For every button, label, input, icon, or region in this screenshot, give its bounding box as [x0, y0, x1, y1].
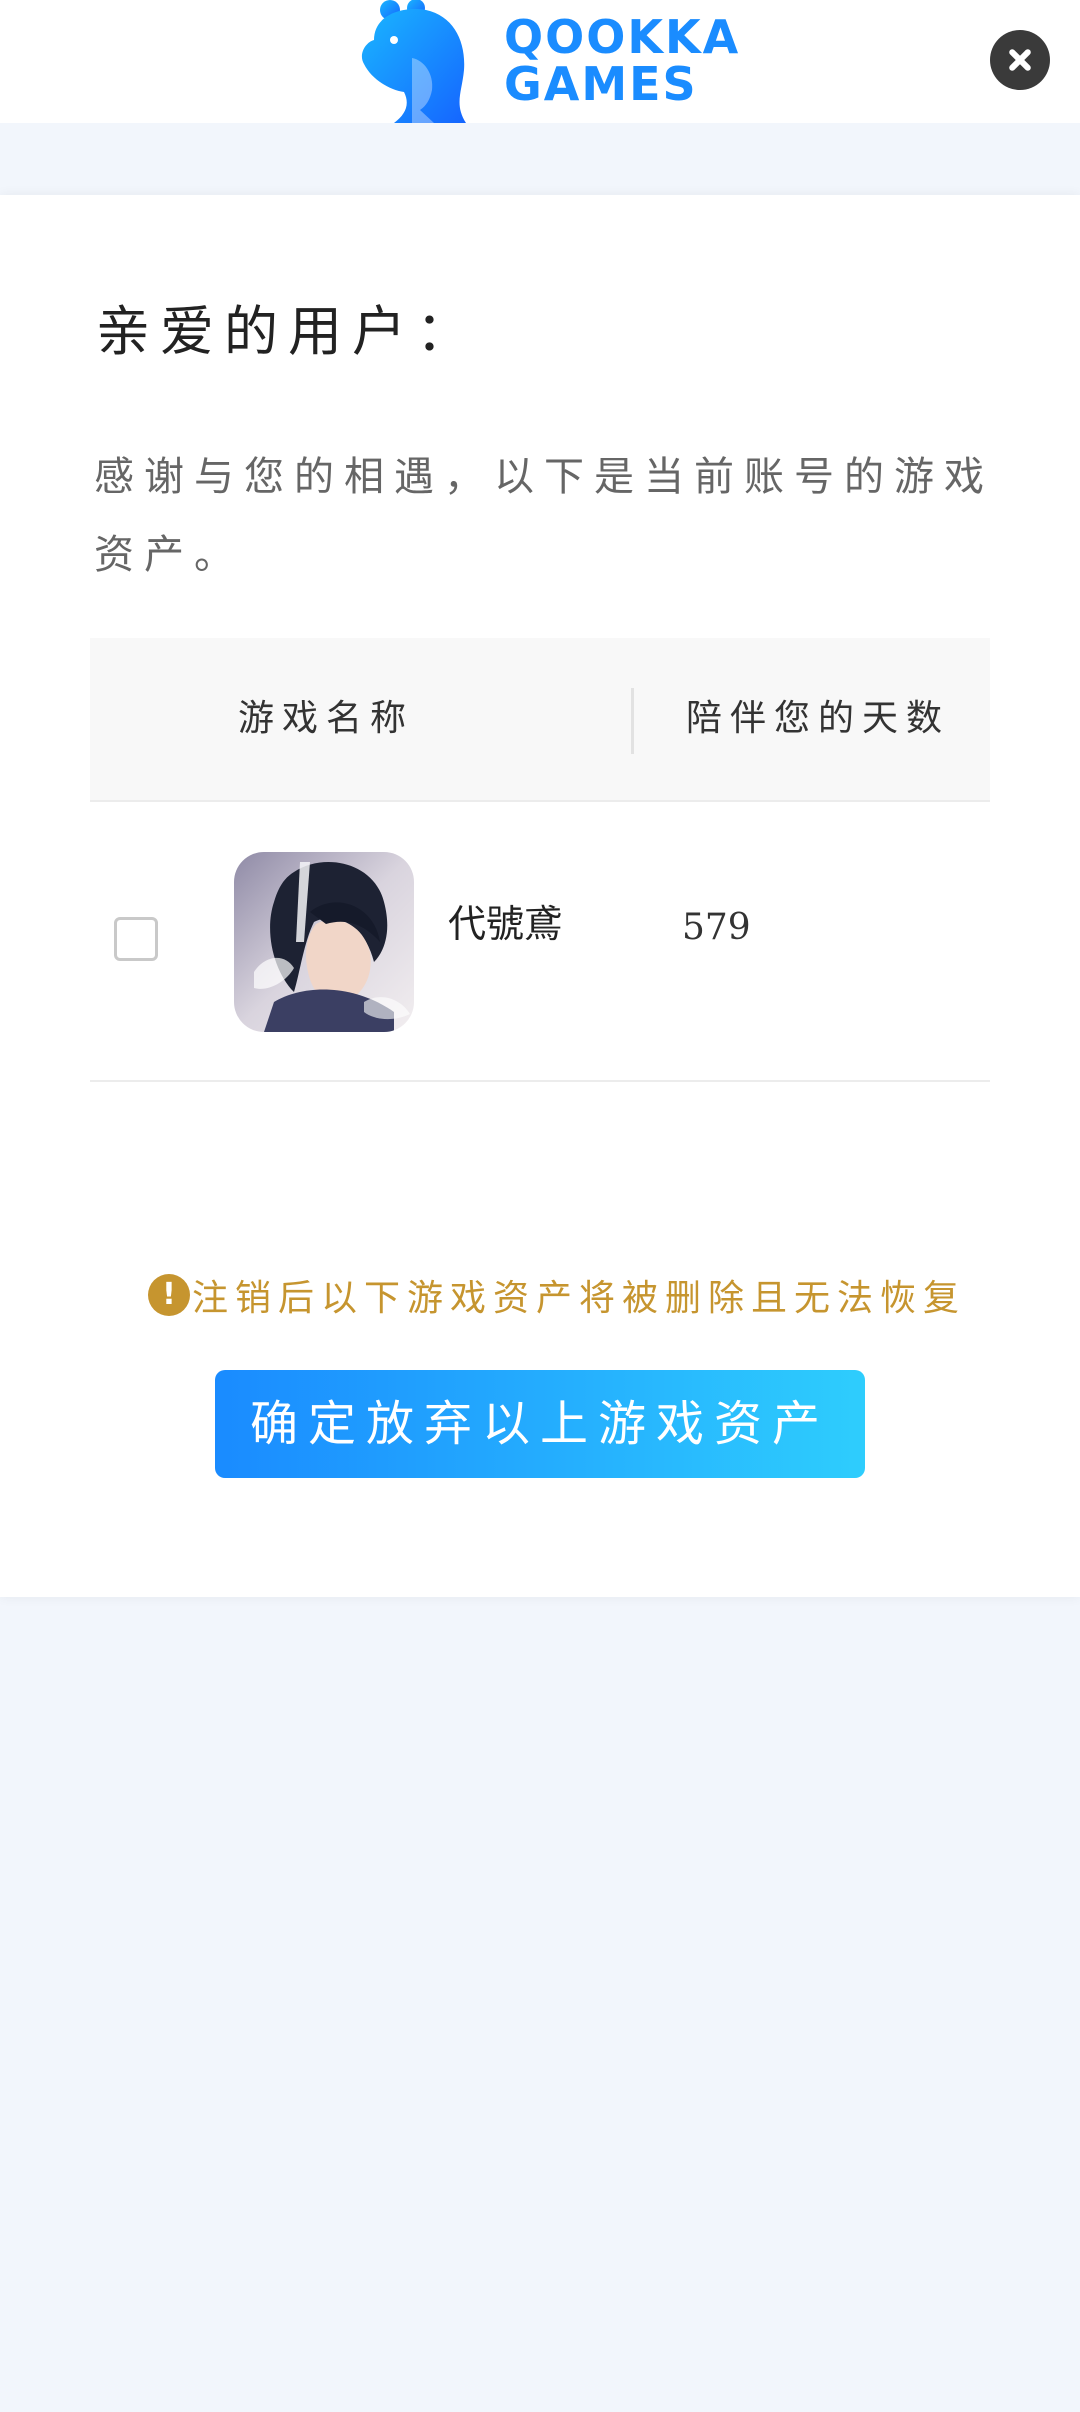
- column-header-days: 陪伴您的天数: [686, 698, 951, 739]
- close-icon[interactable]: [990, 30, 1050, 90]
- confirm-abandon-assets-button[interactable]: 确定放弃以上游戏资产: [215, 1370, 865, 1478]
- column-header-game-name: 游戏名称: [238, 698, 415, 739]
- warning-notice: ! 注销后以下游戏资产将被删除且无法恢复: [148, 1271, 966, 1319]
- logo-line-2: GAMES: [504, 57, 698, 111]
- game-icon: [234, 852, 414, 1032]
- game-name: 代號鳶: [448, 902, 563, 946]
- logo-line-1: QOOKKA: [504, 10, 741, 64]
- intro-text: 感谢与您的相遇，以下是当前账号的游戏资产。: [94, 454, 994, 578]
- logo-wordmark: QOOKKA GAMES: [504, 14, 740, 108]
- game-days: 579: [682, 907, 751, 948]
- game-assets-table: 游戏名称 陪伴您的天数 代號鳶 579: [90, 638, 990, 1082]
- greeting-title: 亲爱的用户：: [96, 300, 480, 363]
- table-row: 代號鳶 579: [90, 802, 990, 1082]
- column-divider: [631, 688, 634, 754]
- logo-mascot-icon: [361, 0, 466, 123]
- exclamation-circle-icon: !: [148, 1274, 190, 1316]
- game-assets-card: 亲爱的用户： 感谢与您的相遇，以下是当前账号的游戏资产。 游戏名称 陪伴您的天数: [0, 195, 1080, 1597]
- game-character-art-icon: [234, 852, 414, 1032]
- app-header: QOOKKA GAMES: [0, 0, 1080, 123]
- game-select-checkbox[interactable]: [114, 917, 158, 961]
- table-header: 游戏名称 陪伴您的天数: [90, 638, 990, 802]
- warning-text: 注销后以下游戏资产将被删除且无法恢复: [192, 1278, 967, 1319]
- qookka-games-logo: QOOKKA GAMES: [354, 0, 738, 123]
